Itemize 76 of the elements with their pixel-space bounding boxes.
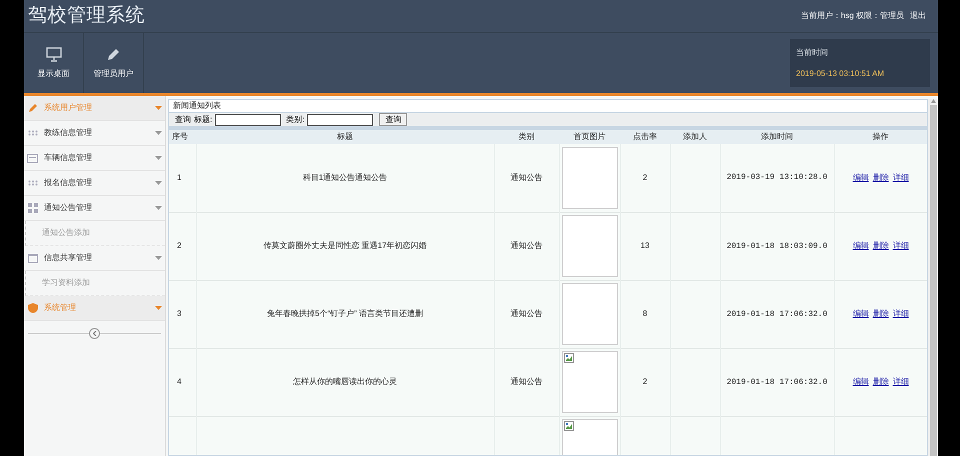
sidebar-item[interactable]: 通知公告管理 — [24, 196, 165, 221]
current-user-text: 当前用户：hsg 权限：管理员 — [800, 10, 904, 22]
collapse-button[interactable] — [89, 328, 100, 338]
title-label: 标题: — [194, 114, 212, 126]
action-link[interactable]: 详细 — [892, 308, 909, 320]
added-time: 2019-03-19 13:10:28.0 — [726, 173, 828, 182]
category-input[interactable] — [307, 114, 374, 126]
action-link[interactable]: 详细 — [892, 240, 909, 252]
added-time: 2019-01-18 17:06:32.0 — [726, 378, 828, 386]
caret-icon — [155, 131, 162, 135]
added-time: 2019-01-18 17:06:32.0 — [726, 310, 828, 318]
column-header: 点击率 — [620, 130, 670, 144]
clock-label: 当前时间 — [796, 46, 829, 58]
query-button[interactable]: 查询 — [379, 113, 408, 126]
column-header: 添加时间 — [720, 130, 834, 144]
chevron-left-icon — [92, 330, 96, 336]
news-title: 科目1通知公告通知公告 — [302, 172, 388, 182]
caret-icon — [155, 206, 162, 210]
pencil-icon — [106, 46, 121, 62]
click-count: 2 — [642, 172, 648, 182]
action-link[interactable]: 删除 — [872, 376, 889, 388]
calendar-icon — [28, 254, 38, 262]
column-header: 操作 — [834, 130, 927, 144]
column-header: 标题 — [196, 130, 494, 144]
row-number: 3 — [177, 309, 182, 318]
row-number: 1 — [177, 172, 182, 182]
sidebar-item[interactable]: 车辆信息管理 — [24, 146, 165, 171]
title-input[interactable] — [215, 114, 282, 126]
card-icon — [27, 154, 38, 162]
row-number: 2 — [177, 241, 182, 250]
shield-icon — [28, 303, 38, 313]
added-time: 2019-01-18 18:03:09.0 — [726, 242, 828, 250]
column-header: 添加人 — [670, 130, 720, 144]
sidebar-item[interactable]: 信息共享管理 — [24, 246, 165, 271]
search-label: 查询 — [175, 114, 191, 126]
column-header: 序号 — [169, 130, 196, 144]
action-link[interactable]: 编辑 — [852, 172, 869, 184]
action-link[interactable]: 编辑 — [852, 308, 869, 320]
category-text: 通知公告 — [510, 377, 542, 386]
panel-title: 新闻通知列表 — [173, 100, 221, 112]
action-link[interactable]: 删除 — [872, 240, 889, 252]
action-link[interactable]: 删除 — [872, 308, 889, 320]
news-title: 怎样从你的嘴唇读出你的心灵 — [293, 377, 397, 386]
scroll-up-icon — [930, 99, 936, 103]
monitor-icon — [46, 46, 62, 62]
category-label: 类别: — [286, 114, 304, 126]
category-text: 通知公告 — [510, 241, 542, 250]
action-link[interactable]: 编辑 — [852, 376, 869, 388]
action-link[interactable]: 详细 — [892, 172, 909, 184]
grid-icon — [28, 203, 38, 213]
dots-icon — [28, 130, 38, 136]
news-title: 传莫文蔚圈外丈夫是同性恋 重遇17年初恋闪婚 — [263, 241, 427, 250]
caret-icon — [155, 156, 162, 160]
sidebar-item[interactable]: 报名信息管理 — [24, 171, 165, 196]
caret-icon — [155, 256, 162, 260]
column-header: 首页图片 — [559, 130, 620, 144]
logout-link[interactable]: 退出 — [910, 10, 926, 22]
action-link[interactable]: 详细 — [892, 376, 909, 388]
action-link[interactable]: 编辑 — [852, 240, 869, 252]
click-count: 13 — [640, 241, 650, 250]
dots-icon — [28, 180, 38, 186]
clock-time: 2019-05-13 03:10:51 AM — [796, 68, 886, 80]
click-count: 8 — [642, 309, 648, 318]
pencil-icon — [28, 103, 38, 113]
caret-icon — [155, 181, 162, 185]
app-title: 驾校管理系统 — [28, 4, 145, 28]
sidebar-item[interactable]: 教练信息管理 — [24, 121, 165, 146]
action-link[interactable]: 删除 — [872, 172, 889, 184]
column-header: 类别 — [494, 130, 559, 144]
click-count: 2 — [642, 377, 648, 386]
category-text: 通知公告 — [510, 172, 542, 182]
news-title: 兔年春晚拱掉5个“钉子户” 语言类节目还遭删 — [267, 309, 423, 318]
caret-icon — [155, 106, 162, 110]
caret-icon — [155, 306, 162, 310]
category-text: 通知公告 — [510, 309, 542, 318]
row-number: 4 — [177, 377, 182, 386]
